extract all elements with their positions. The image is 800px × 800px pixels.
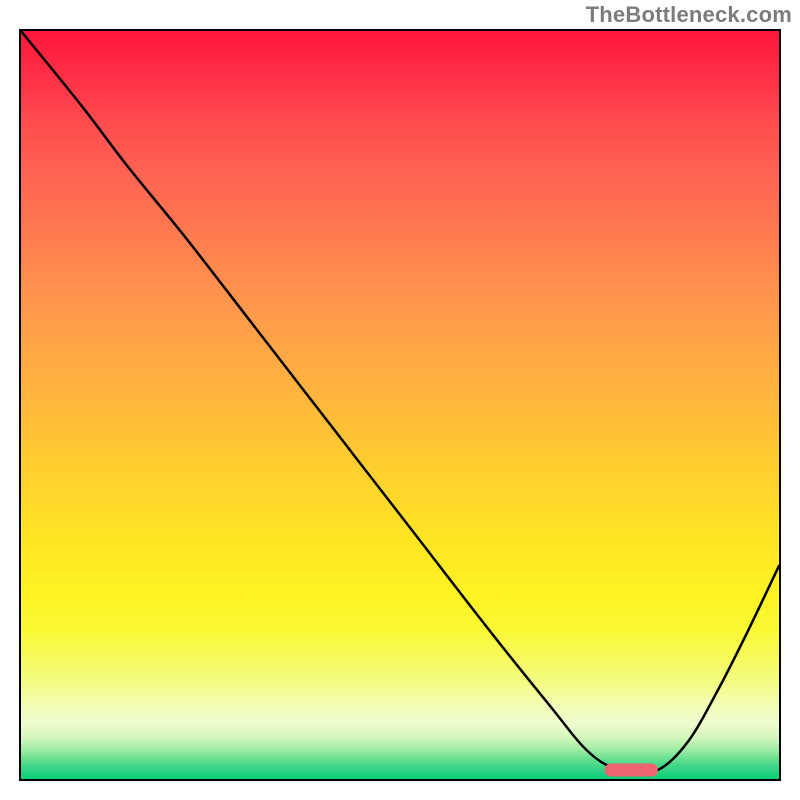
- watermark-text: TheBottleneck.com: [586, 2, 792, 28]
- trough-marker: [605, 764, 658, 777]
- chart-svg: [21, 31, 779, 779]
- bottleneck-curve: [21, 31, 779, 772]
- chart-canvas: TheBottleneck.com: [0, 0, 800, 800]
- plot-area: [19, 29, 781, 781]
